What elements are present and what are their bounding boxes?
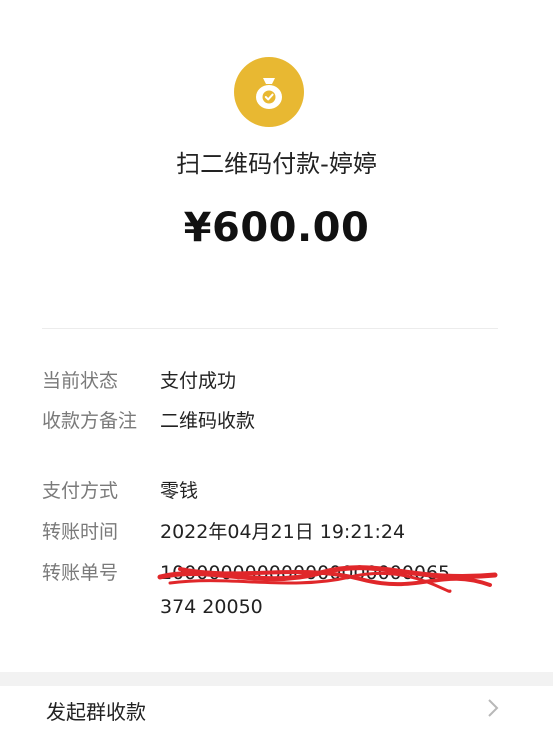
detail-label: 转账时间 (42, 521, 119, 543)
divider (42, 328, 498, 329)
chevron-right-icon (487, 698, 499, 722)
detail-value: 2022年04月21日 19:21:24 (160, 521, 406, 543)
detail-value: 支付成功 (160, 370, 237, 392)
detail-label: 收款方备注 (42, 410, 138, 432)
section-separator (0, 672, 553, 686)
detail-row-method: 支付方式 零钱 (42, 474, 513, 508)
detail-value[interactable]: 100000000000000000000065374 20050 (160, 556, 460, 624)
payment-amount: ¥600.00 (183, 205, 370, 251)
detail-value: 零钱 (160, 480, 199, 502)
payment-title: 扫二维码付款-婷婷 (176, 150, 377, 178)
detail-value: 二维码收款 (160, 410, 256, 432)
group-collect-label: 发起群收款 (46, 700, 146, 724)
detail-row-time: 转账时间 2022年04月21日 19:21:24 (42, 515, 513, 549)
detail-row-status: 当前状态 支付成功 (42, 364, 513, 398)
money-bag-check-icon (234, 57, 304, 127)
detail-label: 当前状态 (42, 370, 119, 392)
detail-row-remark: 收款方备注 二维码收款 (42, 404, 513, 468)
detail-row-transaction-id: 转账单号 100000000000000000000065374 20050 (42, 556, 513, 620)
group-collect-row[interactable]: 发起群收款 (0, 686, 553, 730)
detail-label: 支付方式 (42, 480, 119, 502)
detail-label: 转账单号 (42, 562, 119, 584)
